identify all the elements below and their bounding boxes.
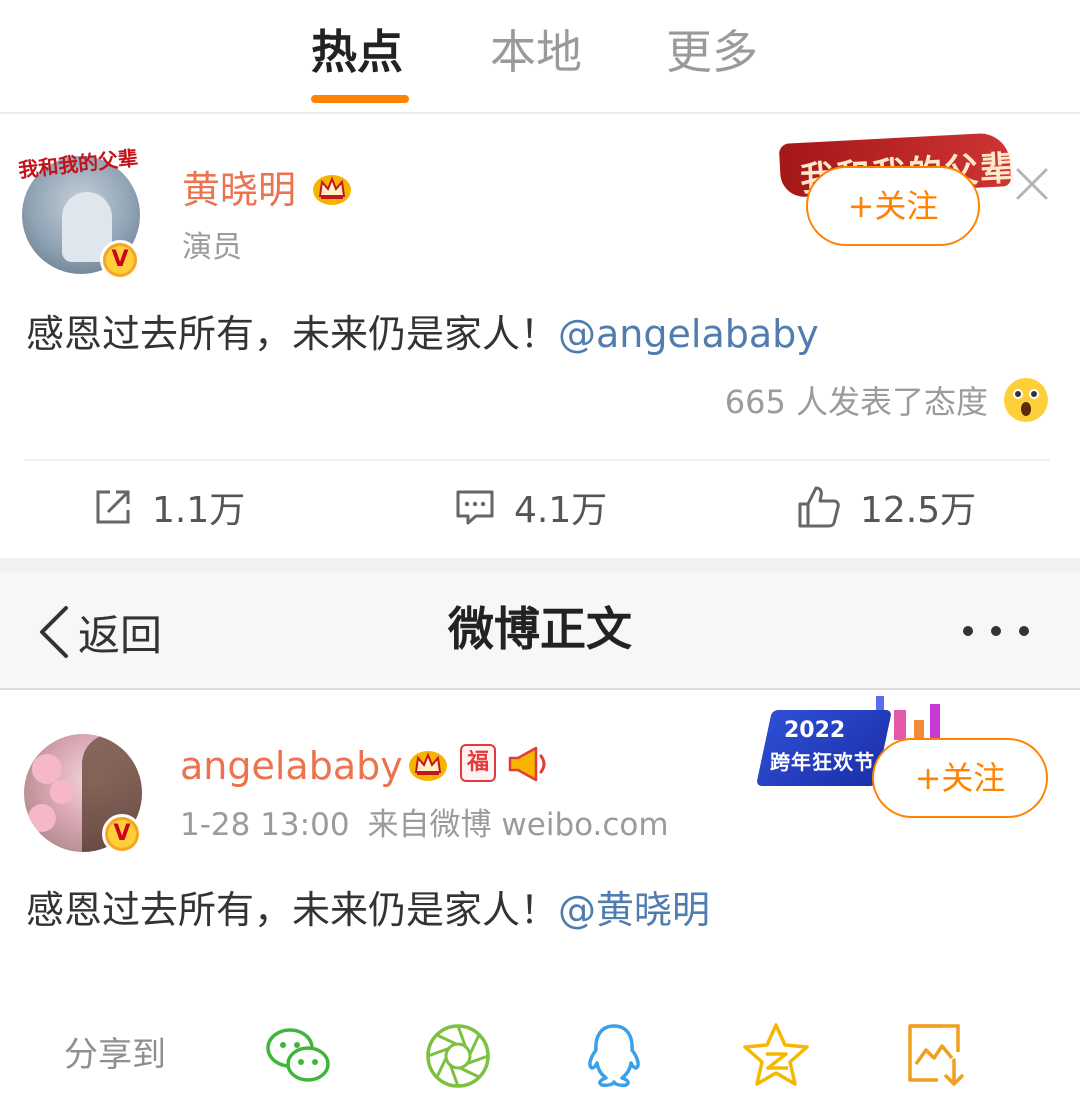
- like-button[interactable]: 12.5万: [796, 482, 976, 532]
- mention-link[interactable]: @angelababy: [558, 312, 819, 356]
- top-tab-bar: 热点 本地 更多: [0, 0, 1080, 114]
- verified-badge-icon: V: [100, 240, 140, 280]
- post-text-content: 感恩过去所有，未来仍是家人！: [26, 888, 559, 932]
- author-title: 演员: [182, 230, 242, 265]
- wechat-icon[interactable]: [262, 1020, 334, 1092]
- qzone-icon[interactable]: [740, 1020, 812, 1092]
- comment-count: 4.1万: [514, 490, 608, 531]
- promo-text: 跨年狂欢节: [770, 750, 875, 774]
- close-icon[interactable]: [1012, 164, 1052, 204]
- follow-button[interactable]: +关注: [872, 738, 1048, 818]
- thumbs-up-icon: [798, 486, 840, 528]
- post-meta: 1-28 13:00 来自微博 weibo.com: [180, 804, 687, 846]
- crown-icon: [313, 175, 351, 205]
- save-image-icon[interactable]: [902, 1020, 974, 1092]
- share-label: 分享到: [64, 1035, 166, 1075]
- moments-icon[interactable]: [422, 1020, 494, 1092]
- post-source[interactable]: 来自微博 weibo.com: [368, 807, 669, 843]
- section-separator: [0, 558, 1080, 572]
- megaphone-icon: [508, 746, 546, 782]
- tab-local[interactable]: 本地: [490, 22, 582, 82]
- post-text-content: 感恩过去所有，未来仍是家人！: [26, 312, 559, 356]
- comment-icon: [456, 490, 494, 525]
- divider: [24, 459, 1050, 461]
- repost-icon: [96, 490, 130, 524]
- avatar-flower: [32, 754, 62, 784]
- promo-year: 2022: [784, 718, 846, 743]
- post-text: 感恩过去所有，未来仍是家人！@angelababy: [26, 308, 819, 360]
- avatar-flower: [50, 780, 74, 804]
- reaction-summary[interactable]: 665 人发表了态度: [725, 380, 988, 424]
- post-huang-xiaoming: 我和我的父辈 V 黄晓明 演员 我和我的父辈 +关注 感恩过去所有，未来仍是家人…: [0, 116, 1080, 558]
- avatar-flower: [28, 804, 56, 832]
- detail-nav-bar: 返回 微博正文: [0, 572, 1080, 690]
- fu-badge-icon: 福: [460, 744, 496, 782]
- post-text: 感恩过去所有，未来仍是家人！@黄晓明: [26, 884, 710, 936]
- author-name[interactable]: angelababy: [180, 742, 403, 790]
- comment-button[interactable]: 4.1万: [454, 482, 607, 532]
- verified-badge-icon: V: [102, 814, 142, 854]
- active-tab-indicator: [311, 95, 409, 103]
- mention-link[interactable]: @黄晓明: [558, 888, 710, 932]
- tab-more[interactable]: 更多: [666, 22, 758, 82]
- post-time: 1-28 13:00: [180, 807, 350, 843]
- crown-icon: [409, 751, 447, 781]
- repost-button[interactable]: 1.1万: [92, 482, 245, 532]
- tab-hot[interactable]: 热点: [311, 22, 403, 82]
- more-options-icon[interactable]: [958, 616, 1034, 646]
- author-name[interactable]: 黄晓明: [182, 166, 296, 214]
- post-angelababy: V angelababy 福 1-28 13:00 来自微博 weibo.com …: [0, 690, 1080, 1112]
- qq-icon[interactable]: [578, 1020, 650, 1092]
- repost-count: 1.1万: [152, 490, 246, 531]
- surprised-face-icon[interactable]: [1002, 376, 1050, 424]
- follow-button[interactable]: +关注: [806, 166, 980, 246]
- like-count: 12.5万: [860, 490, 977, 531]
- page-title: 微博正文: [448, 602, 632, 656]
